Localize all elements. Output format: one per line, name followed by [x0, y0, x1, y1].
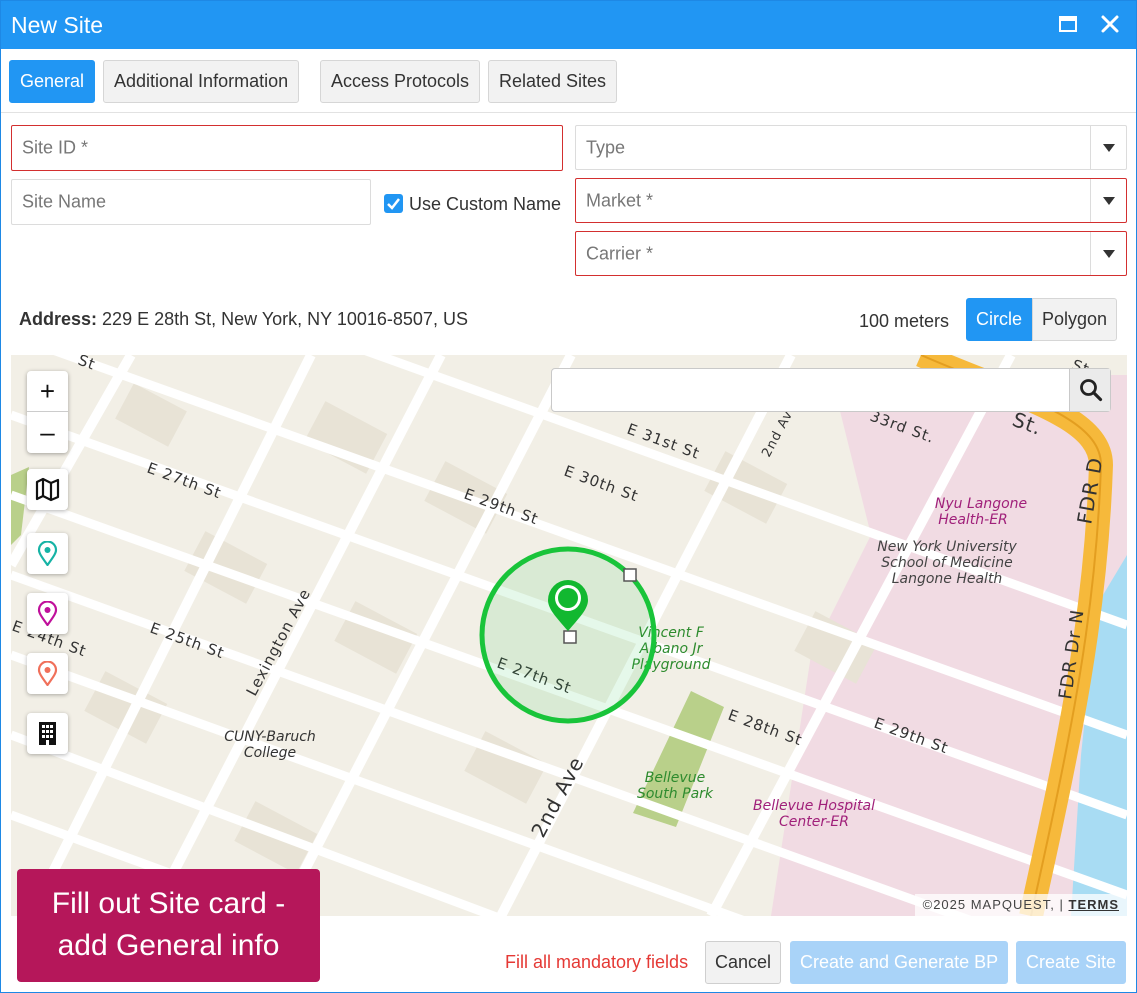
map-attribution: ©2025 MAPQUEST, | TERMS	[914, 894, 1127, 916]
dialog-title: New Site	[11, 12, 104, 38]
new-site-dialog: New Site General Additional Information …	[0, 0, 1137, 993]
validation-message: Fill all mandatory fields	[505, 952, 689, 972]
magenta-pin-tool[interactable]	[27, 593, 68, 634]
carrier-placeholder: Carrier *	[586, 243, 654, 263]
resize-handle[interactable]	[623, 568, 637, 582]
use-custom-name-label[interactable]: Use Custom Name	[409, 194, 561, 215]
place-label: Center-ER	[779, 814, 849, 830]
cancel-button[interactable]: Cancel	[705, 941, 782, 984]
site-id-placeholder: Site ID *	[22, 137, 89, 158]
zoom-out-button[interactable]: –	[27, 412, 68, 453]
carrier-select[interactable]: Carrier *	[575, 231, 1127, 276]
center-handle[interactable]	[563, 630, 577, 644]
create-site-button[interactable]: Create Site	[1016, 941, 1127, 984]
type-select[interactable]: Type	[575, 125, 1127, 170]
chevron-down-icon[interactable]	[1090, 232, 1126, 275]
place-label: South Park	[637, 786, 714, 802]
place-label: School of Medicine	[881, 555, 1012, 571]
map-type-button[interactable]	[27, 469, 68, 510]
place-label: Bellevue Hospital	[753, 798, 875, 814]
search-icon	[1080, 379, 1103, 402]
magenta-marker-icon	[37, 601, 58, 626]
zoom-in-button[interactable]: +	[27, 371, 68, 412]
checkmark-icon	[387, 198, 400, 210]
place-label: College	[244, 745, 296, 761]
polygon-toggle[interactable]: Polygon	[1032, 298, 1118, 341]
teal-marker-icon	[37, 541, 58, 566]
map[interactable]: E 31st St E 30th St E 29th St E 27th St …	[11, 355, 1127, 916]
copyright-text: ©2025 MAPQUEST,	[922, 897, 1055, 912]
use-custom-name-checkbox[interactable]	[384, 194, 403, 213]
tab-access-protocols[interactable]: Access Protocols	[320, 60, 481, 103]
chevron-down-icon[interactable]	[1090, 126, 1126, 169]
building-icon	[39, 722, 56, 745]
zoom-control: + –	[27, 371, 68, 453]
maximize-button[interactable]	[1055, 11, 1081, 37]
place-label: Nyu Langone	[935, 496, 1027, 512]
site-id-field[interactable]: Site ID *	[11, 125, 563, 171]
map-search-button[interactable]	[1069, 369, 1110, 411]
site-name-field[interactable]: Site Name	[11, 179, 371, 225]
place-label: New York University	[877, 539, 1017, 555]
create-and-generate-bp-button[interactable]: Create and Generate BP	[790, 941, 1009, 984]
address-label: Address:	[19, 309, 98, 329]
map-icon	[35, 477, 60, 502]
map-search	[551, 368, 1111, 412]
orange-pin-tool[interactable]	[27, 653, 68, 694]
tab-additional-information[interactable]: Additional Information	[103, 60, 300, 103]
callout-line-1: Fill out Site card -	[51, 887, 286, 920]
orange-marker-icon	[37, 661, 58, 686]
tab-related-sites[interactable]: Related Sites	[488, 60, 618, 103]
place-label: Langone Health	[892, 571, 1003, 587]
address-value: 229 E 28th St, New York, NY 10016-8507, …	[102, 309, 468, 329]
terms-link[interactable]: TERMS	[1069, 897, 1120, 912]
map-search-input[interactable]	[552, 369, 1069, 411]
callout-line-2: add General info	[57, 929, 280, 962]
type-placeholder: Type	[586, 137, 626, 157]
address-line: Address: 229 E 28th St, New York, NY 100…	[19, 309, 468, 330]
market-placeholder: Market *	[586, 190, 654, 210]
place-label: Health-ER	[938, 512, 1008, 528]
circle-toggle[interactable]: Circle	[966, 298, 1033, 341]
building-tool[interactable]	[27, 713, 68, 754]
instruction-callout: Fill out Site card - add General info	[17, 869, 320, 982]
maximize-icon	[1059, 16, 1077, 32]
radius-value: 100 meters	[859, 311, 950, 331]
close-icon	[1101, 15, 1119, 33]
tab-bar: General Additional Information Access Pr…	[1, 49, 1136, 113]
site-name-placeholder: Site Name	[22, 191, 107, 212]
tab-general[interactable]: General	[9, 60, 96, 103]
title-bar: New Site	[1, 1, 1136, 49]
market-select[interactable]: Market *	[575, 178, 1127, 223]
map-canvas[interactable]: E 31st St E 30th St E 29th St E 27th St …	[11, 355, 1127, 916]
place-label: Bellevue	[645, 770, 705, 786]
chevron-down-icon[interactable]	[1090, 179, 1126, 222]
attribution-separator: |	[1059, 897, 1064, 912]
teal-pin-tool[interactable]	[27, 533, 68, 574]
place-label: CUNY-Baruch	[224, 729, 316, 745]
close-button[interactable]	[1097, 11, 1123, 37]
